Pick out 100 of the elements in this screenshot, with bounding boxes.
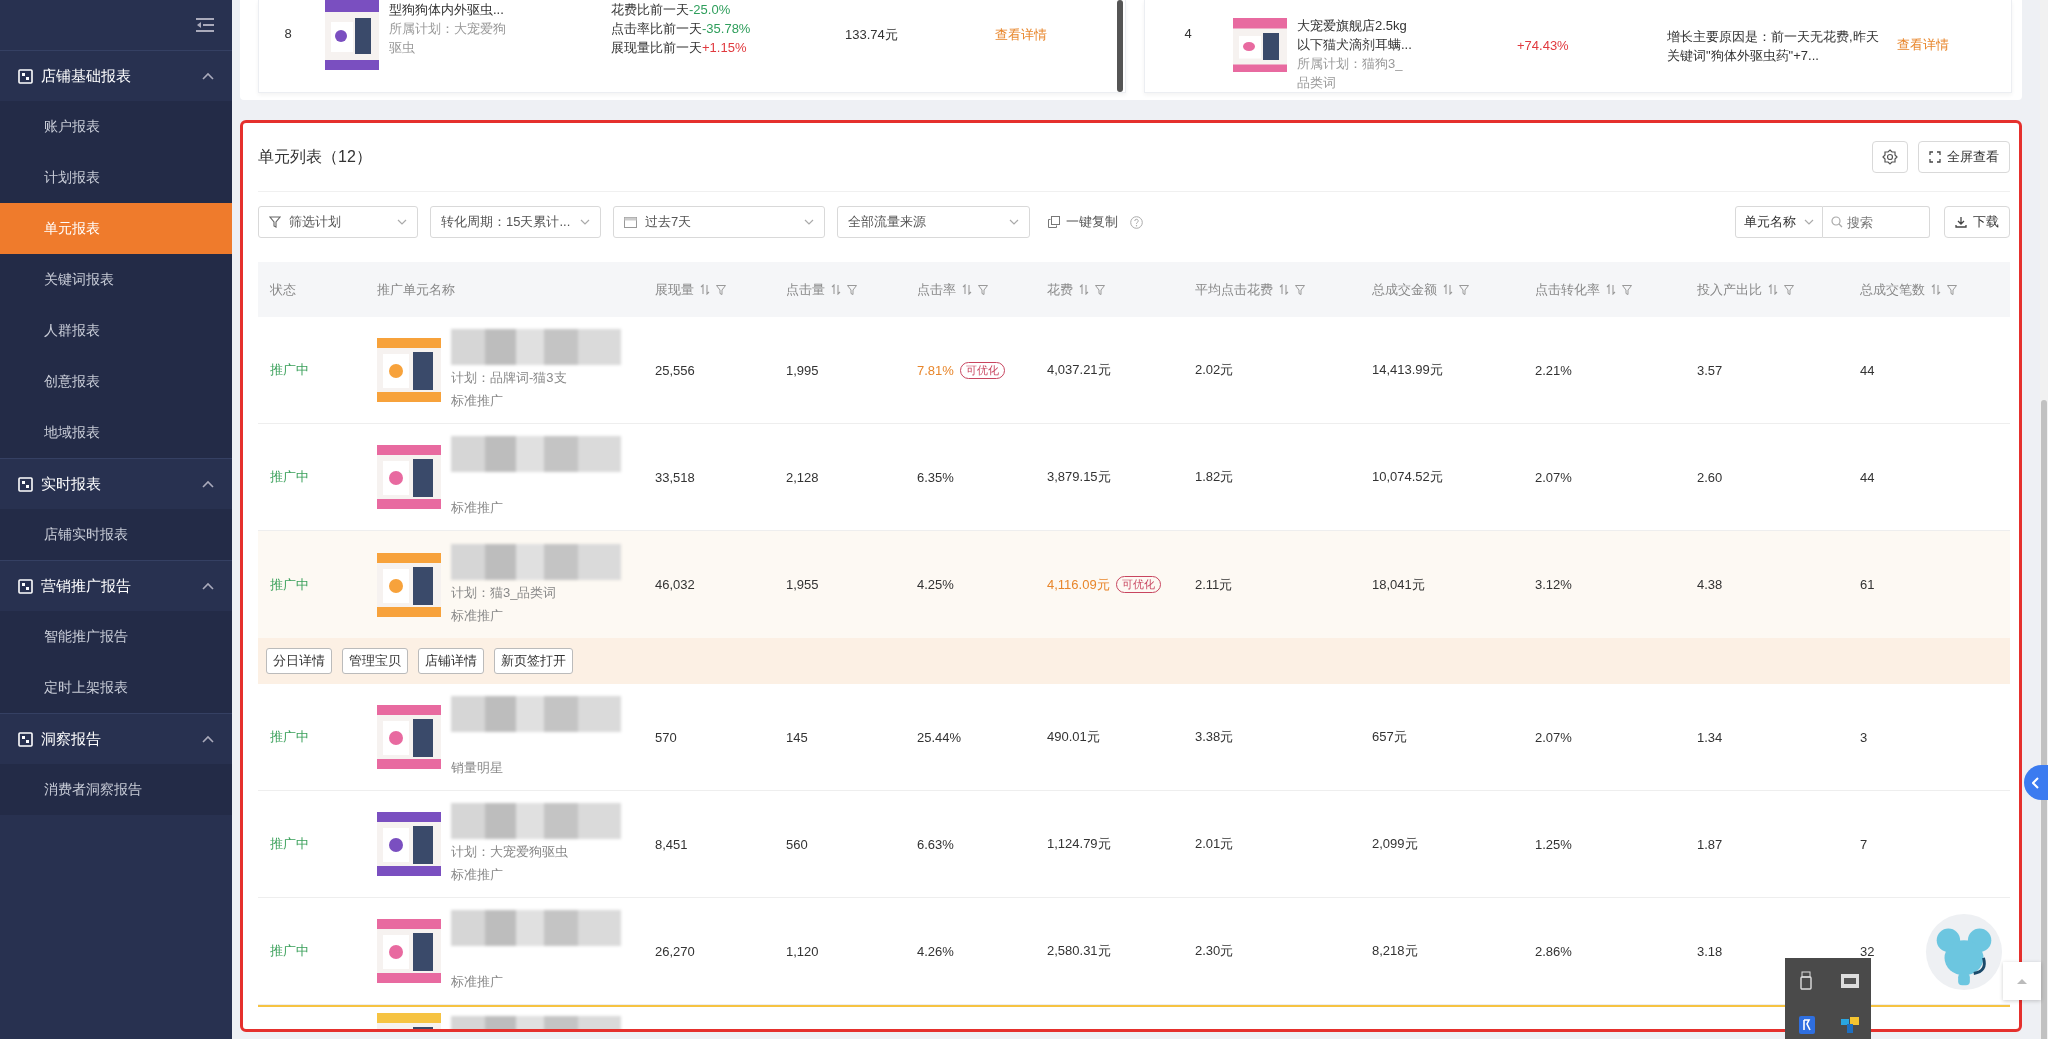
caret-icon (580, 219, 590, 225)
search-scope-select[interactable]: 单元名称 (1735, 206, 1823, 238)
fullscreen-button[interactable]: 全屏查看 (1918, 141, 2010, 173)
collapse-tab[interactable] (2024, 765, 2048, 800)
table-cell: 1,124.79元 (1047, 835, 1111, 853)
change-text: 点击率比前一天-35.78% (611, 20, 752, 38)
filter-icon[interactable] (847, 284, 857, 295)
promo-type-text: 标准推广 (451, 499, 504, 517)
table-cell: 1,120 (786, 943, 819, 959)
sort-icon[interactable] (1279, 284, 1289, 295)
menu-collapse-icon[interactable] (196, 18, 214, 32)
filter-icon[interactable] (1784, 284, 1794, 295)
back-to-top-button[interactable] (2003, 962, 2041, 1000)
table-cell: 25,556 (655, 362, 695, 378)
column-header: 推广单元名称 (377, 280, 455, 299)
sort-icon[interactable] (831, 284, 841, 295)
column-header: 投入产出比 (1697, 280, 1762, 299)
status-text: 推广中 (270, 728, 309, 746)
filter-select[interactable]: 转化周期：15天累计... (430, 206, 601, 238)
action-button[interactable]: 管理宝贝 (342, 648, 408, 674)
filter-select[interactable]: 全部流量来源 (837, 206, 1030, 238)
sort-icon[interactable] (1931, 284, 1941, 295)
filter-icon[interactable] (978, 284, 988, 295)
action-button[interactable]: 新页签打开 (494, 648, 573, 674)
amount-text: 133.74元 (845, 26, 899, 44)
usb-drive-icon[interactable] (1798, 970, 1815, 991)
filter-icon[interactable] (1947, 284, 1957, 295)
table-cell: 33,518 (655, 469, 695, 485)
copy-link[interactable]: 一键复制 (1048, 213, 1118, 231)
status-text: 推广中 (270, 942, 309, 960)
filter-icon[interactable] (716, 284, 726, 295)
table-cell: 3.38元 (1195, 728, 1234, 746)
table-cell: 3 (1860, 729, 1868, 745)
sort-icon[interactable] (1079, 284, 1089, 295)
sidebar-item[interactable]: 消费者洞察报告 (0, 764, 232, 815)
sort-icon[interactable] (962, 284, 972, 295)
app-icon[interactable] (1798, 1016, 1815, 1035)
caret-icon (1804, 219, 1814, 225)
column-header: 点击量 (786, 280, 825, 299)
app-icon[interactable] (1840, 1017, 1859, 1034)
promo-type-text: 标准推广 (451, 973, 504, 991)
action-button[interactable]: 店铺详情 (418, 648, 484, 674)
search-field[interactable]: 搜索 (1823, 206, 1930, 238)
sort-icon[interactable] (1768, 284, 1778, 295)
filter-icon[interactable] (1622, 284, 1632, 295)
column-header: 总成交笔数 (1860, 280, 1925, 299)
table-cell: 2.30元 (1195, 942, 1234, 960)
table-cell: 7 (1860, 836, 1868, 852)
chevron-icon (202, 582, 214, 590)
sidebar-item[interactable]: 创意报表 (0, 356, 232, 407)
sidebar-item[interactable]: 账户报表 (0, 101, 232, 152)
table-cell: 2.86% (1535, 943, 1572, 959)
help-icon[interactable] (1130, 215, 1143, 229)
column-header: 平均点击花费 (1195, 280, 1273, 299)
table-cell: 18,041元 (1372, 575, 1425, 594)
table-cell: 46,032 (655, 577, 695, 592)
table-cell: 32 (1860, 943, 1875, 959)
filter-icon[interactable] (1295, 284, 1305, 295)
column-header: 花费 (1047, 280, 1073, 299)
table-cell: 7.81% (917, 362, 954, 378)
table-cell: 10,074.52元 (1372, 468, 1443, 486)
table-cell: 1.87 (1697, 836, 1723, 852)
filter-select[interactable]: 筛选计划 (258, 206, 418, 238)
filter-select[interactable]: 过去7天 (613, 206, 825, 238)
table-cell: 1.82元 (1195, 468, 1234, 486)
table-cell: 26,270 (655, 943, 695, 959)
status-text: 推广中 (270, 575, 309, 594)
vm-icon[interactable] (1840, 973, 1859, 988)
funnel-icon (269, 216, 281, 228)
promo-type-text: 标准推广 (451, 392, 504, 410)
sort-icon[interactable] (1606, 284, 1616, 295)
plan-text: 计划：品牌词-猫3支 (451, 369, 568, 387)
sidebar-item[interactable]: 定时上架报表 (0, 662, 232, 713)
table-cell: 2.11元 (1195, 575, 1233, 594)
table-cell: 1.34 (1697, 729, 1723, 745)
table-cell: 6.63% (917, 836, 954, 852)
mascot-icon[interactable] (1925, 913, 2003, 991)
sidebar-item[interactable]: 店铺实时报表 (0, 509, 232, 560)
action-button[interactable]: 分日详情 (266, 648, 332, 674)
sidebar-item[interactable]: 人群报表 (0, 305, 232, 356)
sort-icon[interactable] (700, 284, 710, 295)
caret-icon (804, 219, 814, 225)
gear-icon (1882, 149, 1898, 165)
table-cell: 1.25% (1535, 836, 1572, 852)
sidebar-item[interactable]: 地域报表 (0, 407, 232, 458)
table-cell: 8,218元 (1372, 942, 1418, 960)
table-row[interactable]: 推广中 计划：猫3_品类词 标准推广 46,032 1,955 4.25% 4,116.09元 可优化 2.11元 18,041元 3.12% 4.38 61 (258, 531, 2010, 638)
sort-icon[interactable] (1443, 284, 1453, 295)
download-button[interactable]: 下载 (1944, 206, 2010, 238)
column-header: 状态 (270, 280, 296, 299)
scrollbar[interactable] (1117, 0, 1123, 92)
filter-icon[interactable] (1095, 284, 1105, 295)
product-name: 型狗狗体内外驱虫... (389, 1, 505, 19)
sidebar-item[interactable]: 关键词报表 (0, 254, 232, 305)
sidebar-item[interactable]: 智能推广报告 (0, 611, 232, 662)
filter-icon[interactable] (1459, 284, 1469, 295)
settings-button[interactable] (1872, 141, 1908, 173)
sidebar-item[interactable]: 计划报表 (0, 152, 232, 203)
column-header: 展现量 (655, 280, 694, 299)
table-cell: 4,037.21元 (1047, 361, 1111, 379)
